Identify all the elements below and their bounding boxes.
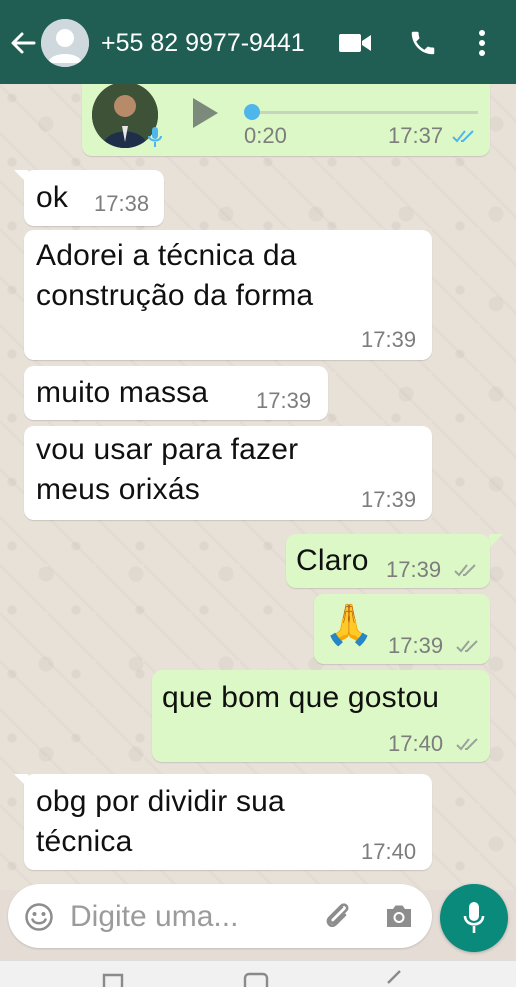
message-text: ok — [36, 181, 69, 214]
play-icon[interactable] — [190, 96, 220, 130]
message-time: 17:38 — [94, 191, 150, 216]
video-call-icon[interactable] — [338, 31, 372, 55]
message-bubble-outgoing: que bom que gostou 17:40 — [152, 670, 490, 762]
message-input[interactable]: Digite uma... — [8, 884, 432, 948]
message-time: 17:39 — [361, 327, 417, 352]
contact-name[interactable]: +55 82 9977-9441 — [101, 29, 305, 57]
message-text: muito massa — [36, 376, 209, 409]
message-time: 17:40 — [388, 731, 444, 756]
message-text-line-1: obg por dividir sua — [36, 785, 285, 818]
system-navigation-bar — [0, 960, 516, 987]
mic-icon — [463, 902, 485, 933]
bubble-tail — [489, 534, 503, 548]
back-arrow-icon[interactable] — [8, 28, 38, 58]
message-input-placeholder[interactable]: Digite uma... — [70, 901, 238, 933]
recent-apps-icon[interactable] — [100, 971, 126, 987]
message-text-line-1: vou usar para fazer — [36, 433, 299, 466]
home-icon[interactable] — [242, 971, 270, 987]
audio-progress-track[interactable] — [250, 111, 478, 114]
delivered-ticks-icon — [456, 640, 478, 653]
attach-icon[interactable] — [322, 900, 354, 932]
message-bubble-outgoing: Claro 17:39 — [286, 534, 490, 588]
message-bubble-outgoing: 🙏 17:39 — [314, 594, 490, 664]
message-time: 17:39 — [388, 633, 444, 658]
message-bubble-incoming: Adorei a técnica da construção da forma … — [24, 230, 432, 360]
message-time: 17:39 — [386, 557, 442, 582]
emoji-icon[interactable] — [24, 902, 54, 932]
message-bubble-incoming: muito massa 17:39 — [24, 366, 328, 420]
read-ticks-icon — [452, 130, 474, 143]
voice-duration: 0:20 — [244, 123, 287, 148]
default-avatar-icon — [41, 19, 89, 67]
chat-header: +55 82 9977-9441 — [0, 0, 516, 84]
message-text-line-1: Adorei a técnica da — [36, 239, 297, 272]
praying-hands-emoji: 🙏 — [324, 603, 374, 647]
message-time: 17:39 — [361, 487, 417, 512]
message-text-line-2: técnica — [36, 825, 133, 858]
message-text: que bom que gostou — [162, 681, 440, 714]
message-text-line-2: construção da forma — [36, 279, 314, 312]
message-text-line-2: meus orixás — [36, 473, 200, 506]
message-text: Claro — [296, 544, 369, 577]
message-bubble-incoming: vou usar para fazer meus orixás 17:39 — [24, 426, 432, 520]
message-time: 17:40 — [361, 839, 417, 864]
phone-icon[interactable] — [408, 28, 438, 58]
camera-icon[interactable] — [384, 902, 414, 930]
nav-back-icon[interactable] — [382, 969, 404, 987]
more-vert-icon[interactable] — [476, 28, 488, 58]
message-bubble-incoming: ok 17:38 — [24, 170, 164, 226]
message-bubble-incoming: obg por dividir sua técnica 17:40 — [24, 774, 432, 870]
message-time: 17:39 — [256, 388, 312, 413]
chat-area[interactable]: 0:20 17:37 ok 17:38 Adorei a técnica da … — [0, 84, 516, 890]
audio-progress-handle[interactable] — [244, 104, 260, 120]
delivered-ticks-icon — [454, 564, 476, 577]
delivered-ticks-icon — [456, 738, 478, 751]
mic-badge-icon — [148, 127, 162, 147]
message-time: 17:37 — [388, 123, 444, 148]
voice-record-button[interactable] — [440, 884, 508, 952]
voice-message-bubble: 0:20 17:37 — [82, 84, 490, 156]
contact-avatar[interactable] — [41, 19, 89, 67]
